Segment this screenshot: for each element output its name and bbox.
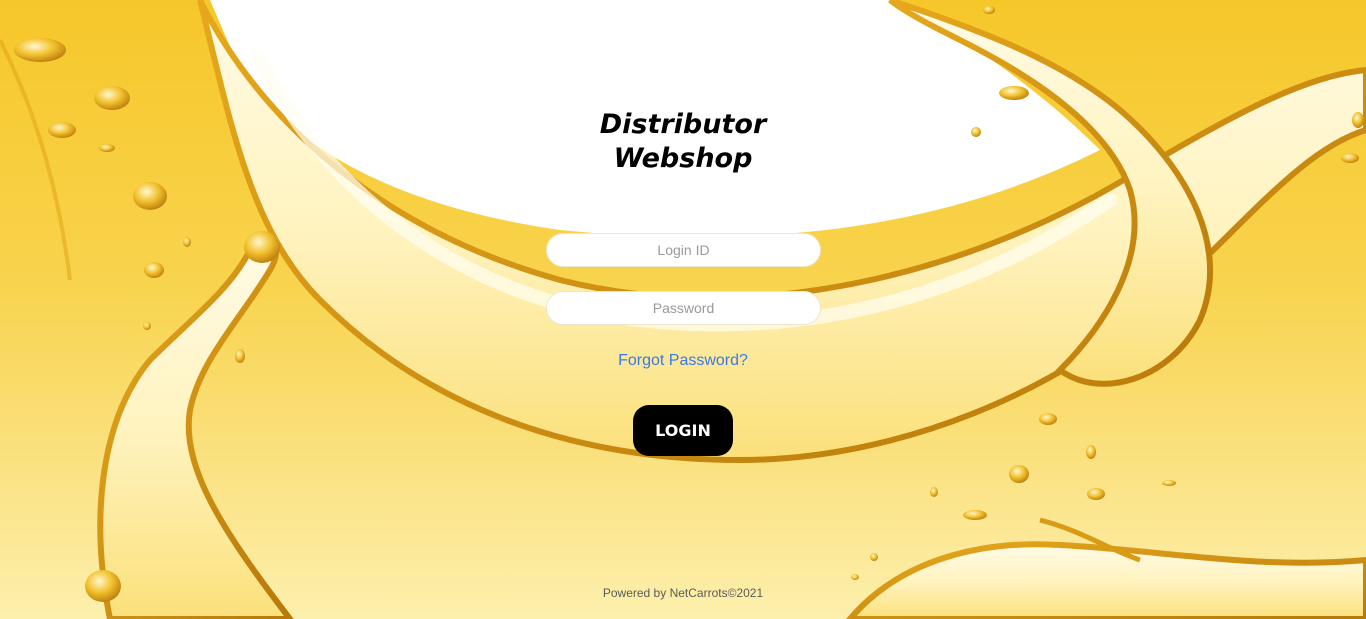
password-input[interactable]	[546, 291, 821, 325]
login-page: Distributor Webshop Forgot Password? LOG…	[0, 0, 1366, 619]
forgot-password-link[interactable]: Forgot Password?	[533, 352, 833, 370]
login-id-input[interactable]	[546, 233, 821, 267]
login-button[interactable]: LOGIN	[633, 405, 733, 456]
page-title: Distributor Webshop	[599, 109, 767, 174]
footer-credit: Powered by NetCarrots©2021	[602, 586, 764, 600]
